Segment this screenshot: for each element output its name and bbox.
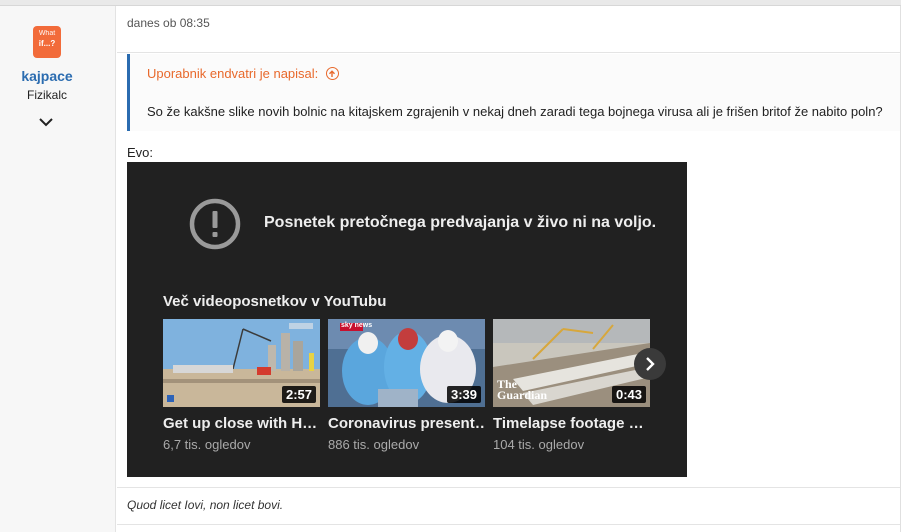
quote-block: Uporabnik endvatri je napisal: So že kak… bbox=[127, 54, 901, 131]
channel-badge: sky news bbox=[341, 322, 373, 329]
divider bbox=[117, 524, 901, 525]
avatar[interactable]: What if...? bbox=[33, 26, 61, 58]
video-thumbnail[interactable]: The Guardian 0:43 bbox=[493, 319, 650, 407]
video-thumbnail[interactable]: 2:57 bbox=[163, 319, 320, 407]
signature: Quod licet Iovi, non licet bovi. bbox=[127, 498, 284, 512]
user-sidebar: What if...? kajpace Fizikalc bbox=[0, 6, 116, 532]
video-duration: 0:43 bbox=[611, 386, 646, 403]
chevron-right-icon bbox=[646, 357, 655, 371]
next-videos-button[interactable] bbox=[634, 348, 666, 380]
video-views: 6,7 tis. ogledov bbox=[163, 437, 251, 452]
avatar-text-top: What bbox=[38, 30, 56, 37]
username-link[interactable]: kajpace bbox=[0, 68, 94, 84]
avatar-text-bottom: if...? bbox=[38, 39, 56, 48]
top-bar bbox=[0, 0, 901, 6]
chevron-down-icon[interactable] bbox=[36, 112, 56, 132]
post-date: danes ob 08:35 bbox=[127, 16, 210, 30]
quote-text: So že kakšne slike novih bolnic na kitaj… bbox=[147, 104, 883, 119]
video-title[interactable]: Timelapse footage … bbox=[493, 415, 650, 432]
divider bbox=[117, 487, 901, 488]
arrow-up-circle-icon[interactable] bbox=[325, 67, 339, 80]
unavailable-message: Posnetek pretočnega predvajanja v živo n… bbox=[264, 214, 657, 231]
video-views: 886 tis. ogledov bbox=[328, 437, 420, 452]
video-thumbnail[interactable]: sky news 3:39 bbox=[328, 319, 485, 407]
post-body-text: Evo: bbox=[127, 145, 154, 160]
channel-badge: The Guardian bbox=[497, 377, 548, 402]
video-views: 104 tis. ogledov bbox=[493, 437, 585, 452]
youtube-embed[interactable]: Posnetek pretočnega predvajanja v živo n… bbox=[127, 162, 687, 477]
quote-header[interactable]: Uporabnik endvatri je napisal: bbox=[147, 66, 339, 81]
video-duration: 3:39 bbox=[446, 386, 481, 403]
video-duration: 2:57 bbox=[281, 386, 316, 403]
user-rank: Fizikalc bbox=[26, 88, 67, 102]
quote-author[interactable]: Uporabnik endvatri je napisal: bbox=[147, 66, 318, 81]
video-title[interactable]: Coronavirus present… bbox=[328, 415, 485, 432]
more-videos-title: Več videoposnetkov v YouTubu bbox=[163, 293, 387, 310]
exclamation-circle-icon bbox=[189, 198, 241, 250]
divider bbox=[117, 52, 901, 53]
video-title[interactable]: Get up close with H… bbox=[163, 415, 320, 432]
